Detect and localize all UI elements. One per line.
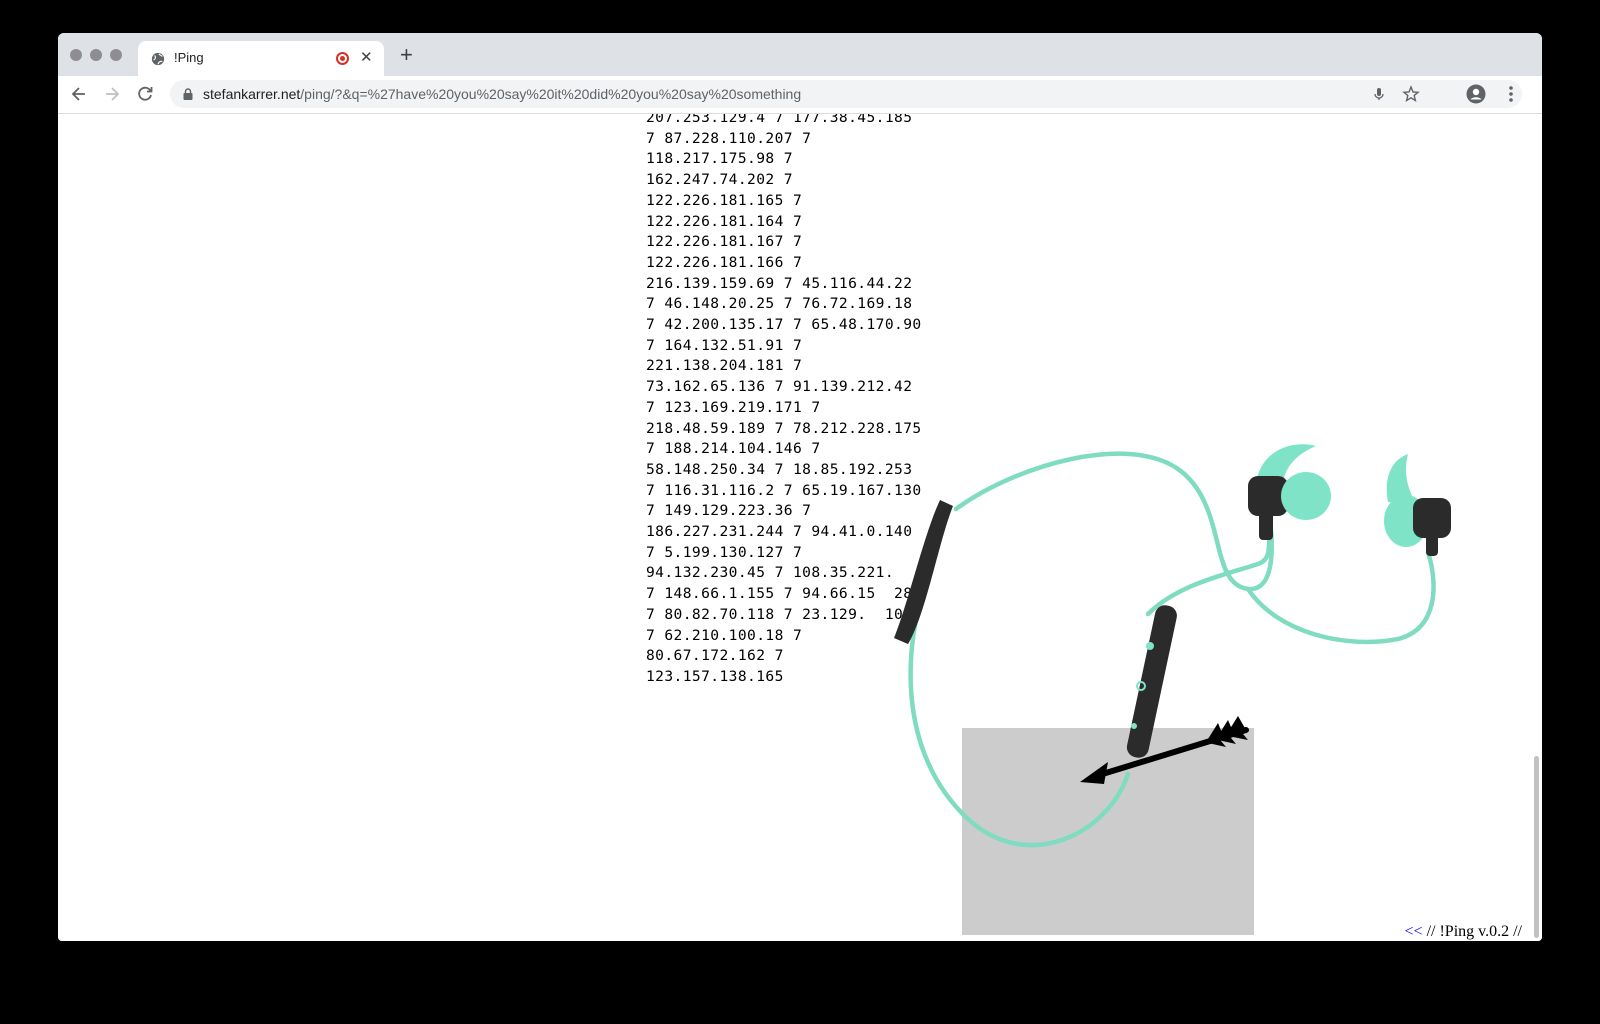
neckband-housing [894, 500, 953, 644]
browser-window: !Ping ✕ + stefankarrer.net/ping/?&q=%27h… [58, 33, 1542, 941]
recording-indicator-icon [336, 52, 349, 65]
window-controls [70, 49, 122, 61]
zoom-window-button[interactable] [110, 49, 122, 61]
ping-line: 7 87.228.110.207 7 [646, 129, 812, 147]
ping-line: 118.217.175.98 7 [646, 150, 793, 168]
ping-line: 221.138.204.181 7 [646, 357, 803, 375]
globe-icon [151, 52, 165, 66]
ping-line: 207.253.129.4 7 177.38.45.185 [646, 114, 913, 126]
earphone-cable [908, 551, 1131, 848]
tab-ping[interactable]: !Ping ✕ [138, 41, 384, 76]
address-bar[interactable]: stefankarrer.net/ping/?&q=%27have%20you%… [170, 80, 1522, 108]
lock-icon[interactable] [183, 88, 193, 100]
forward-arrow-icon[interactable] [101, 83, 123, 105]
new-tab-button[interactable]: + [400, 44, 413, 66]
profile-avatar-icon[interactable] [1466, 84, 1486, 104]
bookmark-star-icon[interactable] [1402, 85, 1420, 103]
ping-line: 122.226.181.166 7 [646, 253, 803, 271]
more-menu-icon[interactable] [1508, 84, 1514, 104]
right-earbud [1384, 454, 1451, 556]
minimize-window-button[interactable] [90, 49, 102, 61]
footer-version: // !Ping v.0.2 // [1422, 923, 1522, 940]
ping-line: 216.139.159.69 7 45.116.44.22 [646, 274, 913, 292]
ping-line: 73.162.65.136 7 91.139.212.42 [646, 378, 913, 396]
page-content: 207.253.129.4 7 177.38.45.185 7 87.228.11… [58, 114, 1542, 941]
ping-line: 7 46.148.20.25 7 76.72.169.18 [646, 295, 913, 313]
tab-title: !Ping [174, 50, 204, 65]
microphone-icon[interactable] [1370, 85, 1388, 103]
reload-icon[interactable] [134, 83, 156, 105]
ping-line: 162.247.74.202 7 [646, 171, 793, 189]
ping-line: 122.226.181.165 7 [646, 191, 803, 209]
back-arrow-icon[interactable] [68, 83, 90, 105]
ping-line: 7 164.132.51.91 7 [646, 336, 803, 354]
browser-toolbar: stefankarrer.net/ping/?&q=%27have%20you%… [58, 76, 1542, 114]
left-earbud [1248, 444, 1331, 540]
earphones-image [894, 444, 1451, 848]
ping-line: 7 42.200.135.17 7 65.48.170.90 [646, 316, 922, 334]
back-link[interactable]: << [1405, 923, 1423, 940]
scrollbar-thumb[interactable] [1534, 756, 1539, 938]
arrow-icon [1080, 716, 1249, 784]
ping-line: 122.226.181.167 7 [646, 233, 803, 251]
page-footer: << // !Ping v.0.2 // [1405, 923, 1522, 941]
tab-strip: !Ping ✕ + [58, 33, 1542, 76]
url-text[interactable]: stefankarrer.net/ping/?&q=%27have%20you%… [203, 86, 801, 102]
close-tab-icon[interactable]: ✕ [360, 48, 373, 66]
close-window-button[interactable] [70, 49, 82, 61]
ping-line: 122.226.181.164 7 [646, 212, 803, 230]
